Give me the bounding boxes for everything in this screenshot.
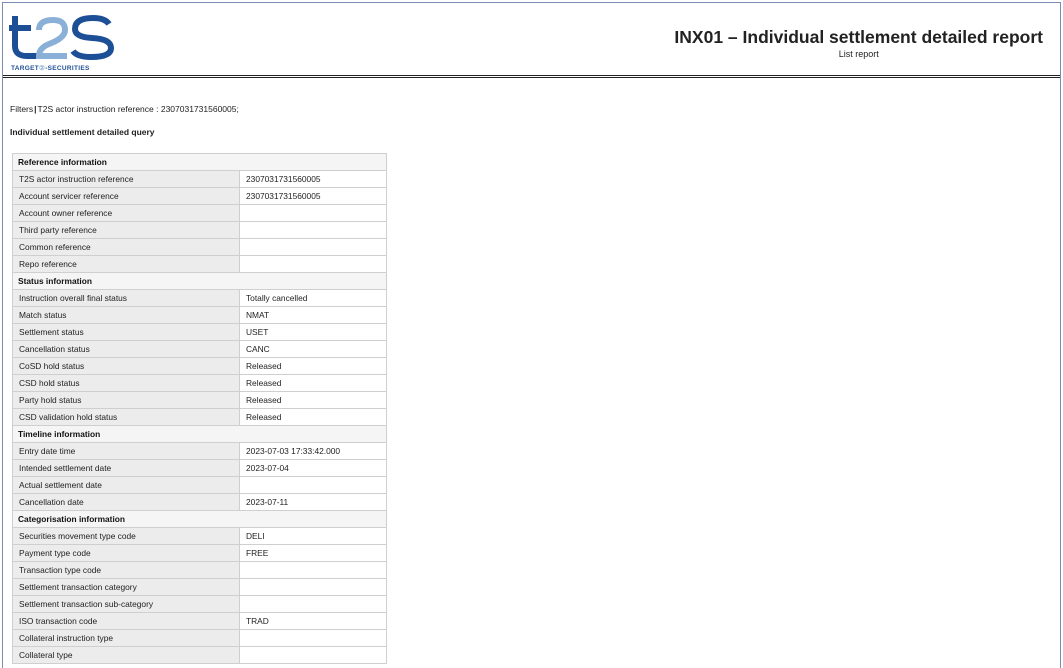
field-value: [239, 238, 387, 256]
table-row: Third party reference: [12, 221, 387, 239]
field-label: Intended settlement date: [12, 459, 240, 477]
field-value: [239, 476, 387, 494]
table-row: Transaction type code: [12, 561, 387, 579]
report-title: INX01 – Individual settlement detailed r…: [674, 27, 1043, 47]
table-row: Match status NMAT: [12, 306, 387, 324]
field-label: Match status: [12, 306, 240, 324]
field-label: Common reference: [12, 238, 240, 256]
field-label: CSD hold status: [12, 374, 240, 392]
field-label: Cancellation status: [12, 340, 240, 358]
field-label: Actual settlement date: [12, 476, 240, 494]
table-row: Actual settlement date: [12, 476, 387, 494]
field-value: [239, 221, 387, 239]
table-row: Intended settlement date 2023-07-04: [12, 459, 387, 477]
table-row: Securities movement type code DELI: [12, 527, 387, 545]
field-label: ISO transaction code: [12, 612, 240, 630]
field-label: CoSD hold status: [12, 357, 240, 375]
table-row: Cancellation status CANC: [12, 340, 387, 358]
table-row: Settlement transaction category: [12, 578, 387, 596]
field-value: 2023-07-03 17:33:42.000: [239, 442, 387, 460]
table-row: Account owner reference: [12, 204, 387, 222]
filters-line: Filters|T2S actor instruction reference …: [10, 104, 239, 114]
field-value: NMAT: [239, 306, 387, 324]
group-header-row: Categorisation information: [12, 510, 387, 528]
field-label: Securities movement type code: [12, 527, 240, 545]
table-row: Collateral type: [12, 646, 387, 664]
field-value: 2023-07-11: [239, 493, 387, 511]
settlement-detail-table: Reference information T2S actor instructi…: [12, 153, 387, 664]
table-row: Settlement transaction sub-category: [12, 595, 387, 613]
field-label: Settlement transaction category: [12, 578, 240, 596]
group-header-row: Status information: [12, 272, 387, 290]
field-value: DELI: [239, 527, 387, 545]
table-row: T2S actor instruction reference 230703173…: [12, 170, 387, 188]
report-subtitle: List report: [838, 49, 879, 59]
table-row: Settlement status USET: [12, 323, 387, 341]
filters-text: T2S actor instruction reference : 230703…: [37, 104, 239, 114]
field-label: Repo reference: [12, 255, 240, 273]
field-value: USET: [239, 323, 387, 341]
field-label: Collateral instruction type: [12, 629, 240, 647]
table-row: Entry date time 2023-07-03 17:33:42.000: [12, 442, 387, 460]
field-value: Released: [239, 391, 387, 409]
group-header-row: Timeline information: [12, 425, 387, 443]
table-row: Collateral instruction type: [12, 629, 387, 647]
table-row: CSD hold status Released: [12, 374, 387, 392]
field-value: Released: [239, 357, 387, 375]
field-value: 2307031731560005: [239, 170, 387, 188]
table-row: Common reference: [12, 238, 387, 256]
field-label: Settlement transaction sub-category: [12, 595, 240, 613]
query-title: Individual settlement detailed query: [10, 127, 155, 137]
group-header-row: Reference information: [12, 153, 387, 171]
filters-separator: |: [34, 104, 37, 114]
report-header: TARGET②-SECURITIES INX01 – Individual se…: [0, 0, 1063, 76]
field-value: Released: [239, 408, 387, 426]
field-value: [239, 561, 387, 579]
field-label: Account servicer reference: [12, 187, 240, 205]
field-label: Collateral type: [12, 646, 240, 664]
table-row: CSD validation hold status Released: [12, 408, 387, 426]
filters-label: Filters: [10, 104, 34, 114]
group-title: Categorisation information: [12, 510, 387, 528]
field-label: Party hold status: [12, 391, 240, 409]
field-value: [239, 204, 387, 222]
field-value: CANC: [239, 340, 387, 358]
field-value: Totally cancelled: [239, 289, 387, 307]
field-value: 2023-07-04: [239, 459, 387, 477]
t2s-logo: TARGET②-SECURITIES: [9, 10, 115, 72]
field-value: FREE: [239, 544, 387, 562]
field-label: Entry date time: [12, 442, 240, 460]
field-label: Instruction overall final status: [12, 289, 240, 307]
field-label: CSD validation hold status: [12, 408, 240, 426]
field-label: Account owner reference: [12, 204, 240, 222]
table-row: Account servicer reference 23070317315600…: [12, 187, 387, 205]
table-row: Repo reference: [12, 255, 387, 273]
logo-tagline: TARGET②-SECURITIES: [11, 65, 90, 72]
table-row: CoSD hold status Released: [12, 357, 387, 375]
field-label: T2S actor instruction reference: [12, 170, 240, 188]
group-title: Status information: [12, 272, 387, 290]
field-label: Cancellation date: [12, 493, 240, 511]
field-value: [239, 646, 387, 664]
group-title: Reference information: [12, 153, 387, 171]
field-value: [239, 595, 387, 613]
field-value: [239, 629, 387, 647]
header-divider: [3, 75, 1060, 78]
field-value: TRAD: [239, 612, 387, 630]
group-title: Timeline information: [12, 425, 387, 443]
field-label: Transaction type code: [12, 561, 240, 579]
table-row: Party hold status Released: [12, 391, 387, 409]
field-label: Settlement status: [12, 323, 240, 341]
table-row: Cancellation date 2023-07-11: [12, 493, 387, 511]
table-row: ISO transaction code TRAD: [12, 612, 387, 630]
field-value: [239, 578, 387, 596]
table-row: Payment type code FREE: [12, 544, 387, 562]
title-block: INX01 – Individual settlement detailed r…: [674, 27, 1043, 59]
field-label: Payment type code: [12, 544, 240, 562]
field-label: Third party reference: [12, 221, 240, 239]
field-value: 2307031731560005: [239, 187, 387, 205]
field-value: [239, 255, 387, 273]
field-value: Released: [239, 374, 387, 392]
table-row: Instruction overall final status Totally …: [12, 289, 387, 307]
